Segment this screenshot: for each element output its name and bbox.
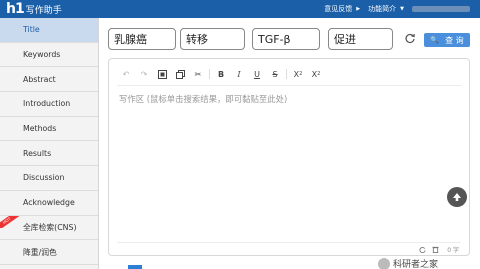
caret-right-icon: ▶: [356, 6, 361, 12]
toolbar-divider-line: [117, 85, 461, 86]
refresh-icon[interactable]: [419, 246, 426, 253]
trash-icon[interactable]: [432, 246, 439, 253]
hot-badge: HOT: [0, 215, 20, 228]
toolbar-divider: [286, 69, 287, 79]
editor-footer: 0 字: [419, 244, 459, 254]
scroll-top-button[interactable]: [447, 187, 467, 207]
italic-button[interactable]: I: [230, 67, 248, 81]
sidebar-item-label: 降重/润色: [23, 247, 57, 257]
sidebar-item-label: Title: [23, 25, 40, 35]
sidebar-item-results[interactable]: Results: [0, 141, 98, 167]
sidebar-item-acknowledge[interactable]: Acknowledge: [0, 191, 98, 216]
query-button[interactable]: 🔍 查 询: [424, 33, 470, 47]
editor-placeholder: 写作区 (鼠标单击搜索结果，即可黏贴至此处): [119, 94, 288, 104]
sidebar-item-keywords[interactable]: Keywords: [0, 43, 98, 68]
search-icon: 🔍: [430, 36, 440, 44]
keyword-input-1[interactable]: 乳腺癌: [108, 28, 176, 50]
sidebar: Title Keywords Abstract Introduction Met…: [0, 18, 99, 269]
arrow-up-icon: [453, 193, 461, 201]
subscript-button[interactable]: X2: [289, 67, 307, 81]
features-link-label: 功能简介: [368, 5, 397, 13]
editor-toolbar: ↶ ↷ ✂ B I U S X2 X2: [117, 67, 325, 81]
feedback-link-label: 意见反馈: [324, 5, 353, 13]
features-link[interactable]: 功能简介 ▼: [368, 4, 404, 14]
sidebar-item-introduction[interactable]: Introduction: [0, 92, 98, 117]
bold-button[interactable]: B: [212, 67, 230, 81]
watermark-text: 科研者之家: [393, 260, 439, 269]
sidebar-item-full-search[interactable]: HOT 全库检索(CNS): [0, 215, 98, 241]
refresh-icon[interactable]: [404, 32, 416, 44]
undo-icon[interactable]: ↶: [117, 67, 135, 81]
superscript-button[interactable]: X2: [307, 67, 325, 81]
sidebar-item-discussion[interactable]: Discussion: [0, 166, 98, 191]
char-count: 0 字: [447, 246, 459, 254]
sidebar-item-label: Abstract: [23, 74, 56, 84]
top-links: 意见反馈 ▶ 功能简介 ▼: [324, 0, 480, 18]
top-bar: h1 写作助手 意见反馈 ▶ 功能简介 ▼: [0, 0, 480, 18]
sidebar-item-abstract[interactable]: Abstract: [0, 67, 98, 93]
query-button-label: 查 询: [445, 35, 464, 45]
writing-area[interactable]: ↶ ↷ ✂ B I U S X2 X2 写作区 (鼠标单击搜索结果，即可黏贴至此…: [108, 58, 470, 256]
sidebar-item-label: Keywords: [23, 50, 61, 60]
scrollbar-thumb[interactable]: [128, 265, 142, 269]
watermark: 科研者之家: [378, 257, 438, 269]
logo-mark: h1: [6, 1, 25, 17]
sidebar-item-label: 全库检索(CNS): [23, 222, 77, 232]
sidebar-item-methods[interactable]: Methods: [0, 117, 98, 142]
sidebar-item-label: Acknowledge: [23, 198, 75, 208]
sidebar-item-rewrite[interactable]: 降重/润色: [0, 240, 98, 265]
redo-icon[interactable]: ↷: [135, 67, 153, 81]
app-logo[interactable]: h1 写作助手: [6, 1, 62, 17]
cut-icon[interactable]: ✂: [189, 67, 207, 81]
copy-icon[interactable]: [171, 67, 189, 81]
footer-divider: [117, 242, 461, 243]
toolbar-divider: [209, 69, 210, 79]
keyword-input-4[interactable]: 促进: [328, 28, 393, 50]
strikethrough-button[interactable]: S: [266, 67, 284, 81]
keyword-input-2[interactable]: 转移: [180, 28, 245, 50]
wechat-icon: [378, 257, 390, 269]
user-account[interactable]: [412, 6, 470, 12]
underline-button[interactable]: U: [248, 67, 266, 81]
hot-badge-label: HOT: [0, 215, 20, 228]
select-all-icon[interactable]: [153, 67, 171, 81]
feedback-link[interactable]: 意见反馈 ▶: [324, 4, 360, 14]
sidebar-item-label: Discussion: [23, 173, 65, 183]
caret-down-icon: ▼: [400, 6, 404, 12]
sidebar-item-label: Introduction: [23, 99, 71, 109]
sidebar-item-label: Methods: [23, 124, 57, 134]
sidebar-item-label: Results: [23, 148, 52, 158]
sidebar-item-title[interactable]: Title: [0, 18, 98, 43]
logo-text: 写作助手: [25, 5, 62, 16]
keyword-input-3[interactable]: TGF-β: [252, 28, 320, 50]
